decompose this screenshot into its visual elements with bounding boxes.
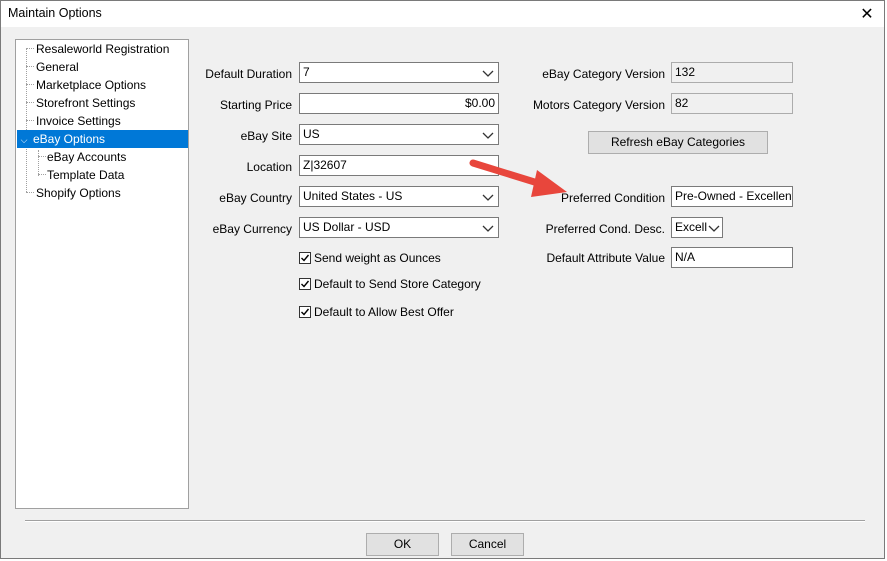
preferred-condition-input[interactable]: Pre-Owned - Excellent|N xyxy=(671,186,793,207)
ebay-currency-select[interactable]: US Dollar - USD xyxy=(299,217,499,238)
maintain-options-dialog: Maintain Options ✕ Resaleworld Registrat… xyxy=(0,0,885,559)
checkmark-icon xyxy=(299,306,311,318)
default-duration-label: Default Duration xyxy=(205,67,292,81)
tree-item-storefront-settings[interactable]: Storefront Settings xyxy=(34,94,137,112)
tree-item-ebay-accounts[interactable]: eBay Accounts xyxy=(45,148,128,166)
location-label: Location xyxy=(246,160,292,174)
close-icon[interactable]: ✕ xyxy=(854,3,880,25)
default-duration-select[interactable]: 7 xyxy=(299,62,499,83)
options-tree: Resaleworld Registration General Marketp… xyxy=(15,39,189,509)
default-attribute-value-input[interactable]: N/A xyxy=(671,247,793,268)
tree-item-general[interactable]: General xyxy=(34,58,81,76)
chevron-down-icon xyxy=(482,132,494,139)
send-store-category-checkbox[interactable]: Default to Send Store Category xyxy=(299,276,481,292)
checkmark-icon xyxy=(299,278,311,290)
preferred-cond-desc-select[interactable]: Excelle xyxy=(671,217,723,238)
allow-best-offer-checkbox[interactable]: Default to Allow Best Offer xyxy=(299,304,454,320)
tree-item-ebay-options[interactable]: ⌵ eBay Options xyxy=(17,130,188,148)
chevron-down-icon xyxy=(482,225,494,232)
ebay-category-version-label: eBay Category Version xyxy=(542,67,665,81)
footer-divider xyxy=(25,520,865,522)
annotation-arrow-icon xyxy=(469,159,567,197)
starting-price-label: Starting Price xyxy=(219,98,292,112)
starting-price-input[interactable]: $0.00 xyxy=(299,93,499,114)
ebay-site-label: eBay Site xyxy=(240,129,292,143)
chevron-down-icon[interactable]: ⌵ xyxy=(17,131,31,149)
tree-item-invoice-settings[interactable]: Invoice Settings xyxy=(34,112,123,130)
checkmark-icon xyxy=(299,252,311,264)
cancel-button[interactable]: Cancel xyxy=(451,533,524,556)
title-bar: Maintain Options ✕ xyxy=(1,1,884,27)
ebay-site-select[interactable]: US xyxy=(299,124,499,145)
tree-item-shopify-options[interactable]: Shopify Options xyxy=(34,184,123,202)
send-weight-checkbox[interactable]: Send weight as Ounces xyxy=(299,250,441,266)
ebay-currency-label: eBay Currency xyxy=(212,222,292,236)
chevron-down-icon xyxy=(708,225,720,232)
tree-item-template-data[interactable]: Template Data xyxy=(45,166,126,184)
window-title: Maintain Options xyxy=(8,6,102,20)
tree-item-resaleworld-registration[interactable]: Resaleworld Registration xyxy=(34,40,171,58)
refresh-ebay-categories-button[interactable]: Refresh eBay Categories xyxy=(588,131,768,154)
ebay-category-version-field: 132 xyxy=(671,62,793,83)
tree-item-marketplace-options[interactable]: Marketplace Options xyxy=(34,76,148,94)
ebay-country-label: eBay Country xyxy=(219,191,292,205)
motors-category-version-label: Motors Category Version xyxy=(532,98,665,112)
motors-category-version-field: 82 xyxy=(671,93,793,114)
ok-button[interactable]: OK xyxy=(366,533,439,556)
preferred-cond-desc-label: Preferred Cond. Desc. xyxy=(545,222,665,236)
default-attribute-value-label: Default Attribute Value xyxy=(546,251,665,265)
chevron-down-icon xyxy=(482,70,494,77)
